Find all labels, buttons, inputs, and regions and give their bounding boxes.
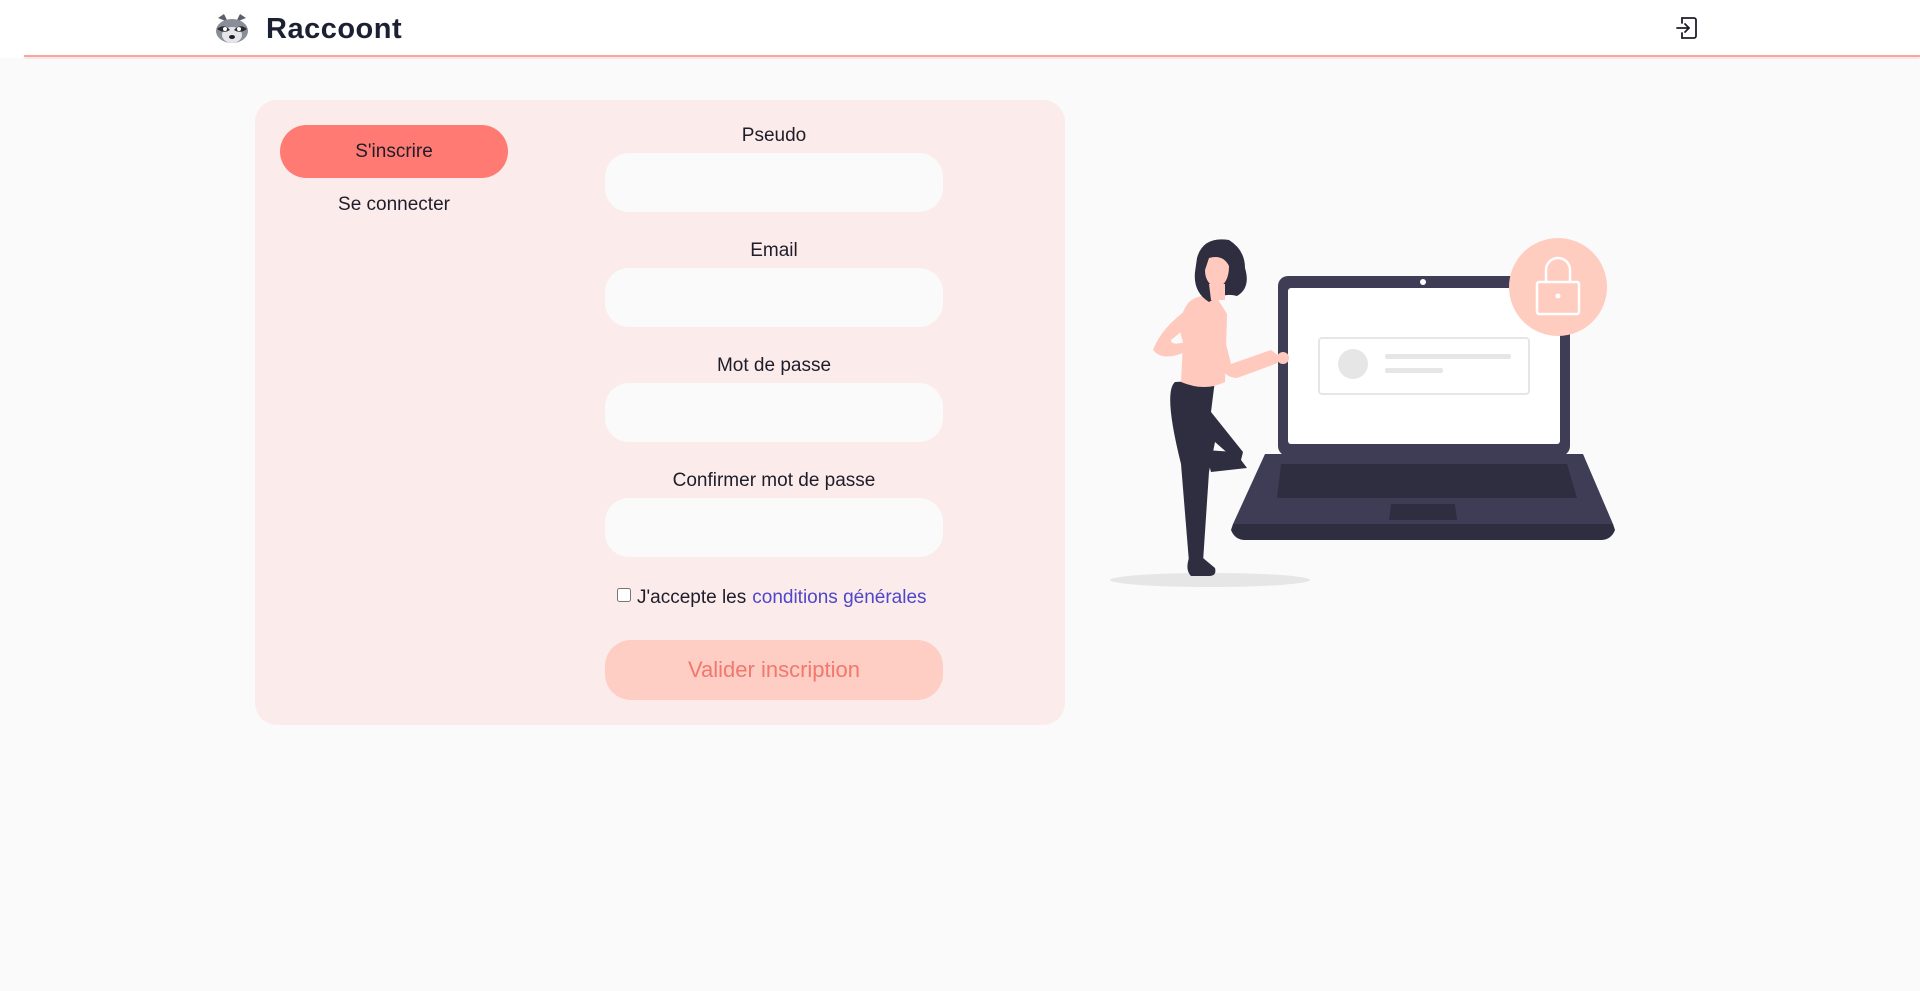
email-label: Email — [750, 240, 798, 261]
top-navbar: Raccoont — [0, 0, 1920, 58]
password-label: Mot de passe — [716, 355, 832, 376]
submit-signup-button[interactable]: Valider inscription — [605, 640, 943, 700]
terms-text: J'accepte les — [637, 587, 747, 608]
pseudo-label: Pseudo — [741, 125, 807, 146]
terms-row: J'accepte les conditions générales — [617, 586, 927, 610]
tab-login[interactable]: Se connecter — [280, 188, 508, 222]
raccoon-logo-icon — [216, 14, 248, 43]
terms-link[interactable]: conditions générales — [752, 587, 926, 609]
signup-card: S'inscrire Se connecter Pseudo Email Mot… — [255, 100, 1065, 725]
password-input[interactable] — [605, 383, 943, 442]
header-divider — [24, 55, 1920, 57]
confirm-password-label: Confirmer mot de passe — [672, 470, 876, 491]
terms-checkbox[interactable] — [617, 588, 631, 602]
brand-name: Raccoont — [266, 12, 403, 45]
tab-signup[interactable]: S'inscrire — [280, 125, 508, 178]
email-input[interactable] — [605, 268, 943, 327]
pseudo-input[interactable] — [605, 153, 943, 212]
brand[interactable]: Raccoont — [214, 10, 402, 48]
woman-laptop-lock-illustration — [1110, 238, 1615, 587]
sign-in-icon[interactable] — [1673, 14, 1701, 42]
confirm-password-input[interactable] — [605, 498, 943, 557]
